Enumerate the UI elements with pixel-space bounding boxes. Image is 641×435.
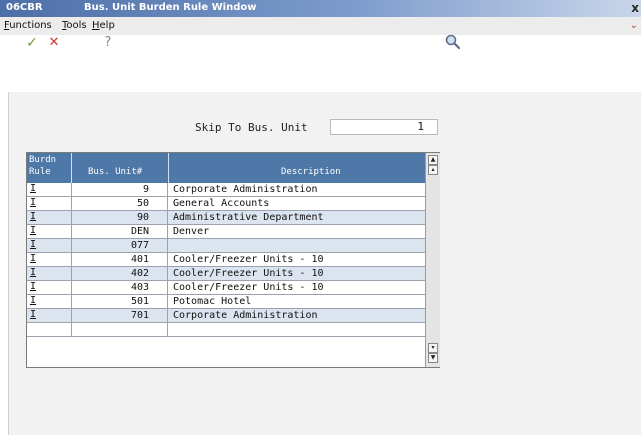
description-cell: General Accounts — [173, 198, 270, 209]
burden-rule-cell[interactable]: I — [27, 253, 72, 266]
menu-help-rest: elp — [99, 20, 115, 31]
burden-rule-value: I — [30, 309, 37, 320]
bus-unit-cell: 402 — [72, 267, 168, 280]
burden-rule-cell[interactable]: I — [27, 183, 72, 196]
table-row[interactable]: I 90 Administrative Department — [27, 211, 425, 225]
table-row[interactable]: I DEN Denver — [27, 225, 425, 239]
description-cell: Cooler/Freezer Units - 10 — [173, 254, 324, 265]
bus-unit-cell: DEN — [72, 225, 168, 238]
table-row-empty[interactable] — [27, 323, 425, 337]
header-burden-rule-line1: Burdn — [29, 155, 57, 165]
table-row[interactable]: I 401 Cooler/Freezer Units - 10 — [27, 253, 425, 267]
table-row[interactable]: I 501 Potomac Hotel — [27, 295, 425, 309]
burden-rule-value: I — [30, 295, 37, 306]
burden-rule-cell[interactable]: I — [27, 295, 72, 308]
scroll-up-icon[interactable]: ▴ — [428, 165, 438, 175]
bus-unit-cell: 90 — [72, 211, 168, 224]
header-bus-unit-label: Bus. Unit# — [88, 167, 143, 177]
menu-tools[interactable]: Tools — [62, 20, 87, 31]
burden-rule-value: I — [30, 253, 37, 264]
scroll-bottom-icon[interactable]: ▼ — [428, 353, 438, 363]
table-row[interactable]: I 9 Corporate Administration — [27, 183, 425, 197]
close-icon[interactable]: x — [631, 1, 639, 15]
checkmark-icon[interactable]: ✓ — [24, 35, 40, 51]
menu-help[interactable]: Help — [92, 20, 115, 31]
menu-functions[interactable]: Functions — [4, 20, 52, 31]
description-cell: Potomac Hotel — [173, 296, 252, 307]
burden-rule-value: I — [30, 211, 37, 222]
burden-rule-cell[interactable] — [27, 323, 72, 336]
table-row[interactable]: I 402 Cooler/Freezer Units - 10 — [27, 267, 425, 281]
description-cell: Cooler/Freezer Units - 10 — [173, 268, 324, 279]
description-cell: Cooler/Freezer Units - 10 — [173, 282, 324, 293]
header-burden-rule[interactable]: Burdn Rule — [27, 153, 72, 183]
burden-rule-value: I — [30, 281, 37, 292]
minimize-icon[interactable]: ⌄ — [630, 20, 638, 31]
app-id: 06CBR — [6, 2, 43, 13]
burden-rule-value: I — [30, 239, 37, 250]
burden-rule-cell[interactable]: I — [27, 211, 72, 224]
description-cell — [173, 323, 423, 336]
scroll-top-icon[interactable]: ▲ — [428, 155, 438, 165]
burden-rule-cell[interactable]: I — [27, 281, 72, 294]
description-cell: Denver — [173, 226, 210, 237]
help-icon[interactable]: ? — [100, 35, 116, 51]
skip-to-bu-input[interactable]: 1 — [330, 119, 438, 135]
burden-rule-grid: Burdn Rule Bus. Unit# Description I 9 Co… — [26, 152, 440, 368]
menu-tools-rest: ools — [66, 20, 87, 31]
menu-bar: Functions Tools Help ⌄ — [0, 17, 641, 36]
cancel-x-icon[interactable]: ✕ — [46, 35, 62, 51]
bus-unit-cell: 9 — [72, 183, 168, 196]
menu-help-mnemonic: H — [92, 20, 100, 31]
header-description[interactable]: Description — [169, 153, 425, 183]
bus-unit-cell: 701 — [72, 309, 168, 322]
bus-unit-cell: 401 — [72, 253, 168, 266]
burden-rule-cell[interactable]: I — [27, 225, 72, 238]
grid-rows: I 9 Corporate Administration I 50 Genera… — [27, 183, 425, 337]
burden-rule-cell[interactable]: I — [27, 197, 72, 210]
bus-unit-cell: 501 — [72, 295, 168, 308]
scroll-down-icon[interactable]: ▾ — [428, 343, 438, 353]
menu-functions-rest: unctions — [9, 20, 52, 31]
grid-vertical-scrollbar[interactable]: ▲ ▴ ▾ ▼ — [425, 153, 440, 367]
burden-rule-value: I — [30, 183, 37, 194]
burden-rule-value: I — [30, 225, 37, 236]
bus-unit-cell: 077 — [72, 239, 168, 252]
burden-rule-cell[interactable]: I — [27, 239, 72, 252]
burden-rule-value: I — [30, 267, 37, 278]
description-cell: Corporate Administration — [173, 184, 318, 195]
bus-unit-cell: 50 — [72, 197, 168, 210]
header-bus-unit[interactable]: Bus. Unit# — [72, 153, 169, 183]
skip-to-bu-label: Skip To Bus. Unit — [195, 121, 308, 134]
burden-rule-cell[interactable]: I — [27, 267, 72, 280]
burden-rule-cell[interactable]: I — [27, 309, 72, 322]
burden-rule-value: I — [30, 197, 37, 208]
table-row[interactable]: I 077 — [27, 239, 425, 253]
title-bar: 06CBR Bus. Unit Burden Rule Window x — [0, 0, 641, 17]
table-row[interactable]: I 403 Cooler/Freezer Units - 10 — [27, 281, 425, 295]
table-row[interactable]: I 701 Corporate Administration — [27, 309, 425, 323]
table-row[interactable]: I 50 General Accounts — [27, 197, 425, 211]
header-burden-rule-line2: Rule — [29, 167, 51, 177]
description-cell: Administrative Department — [173, 212, 324, 223]
header-description-label: Description — [281, 167, 341, 177]
magnifier-icon[interactable] — [444, 33, 462, 51]
bus-unit-cell: 403 — [72, 281, 168, 294]
toolbar — [0, 35, 641, 90]
bus-unit-cell — [72, 323, 168, 336]
description-cell: Corporate Administration — [173, 310, 318, 321]
grid-header: Burdn Rule Bus. Unit# Description — [27, 153, 425, 183]
window-title: Bus. Unit Burden Rule Window — [84, 2, 257, 13]
description-cell — [173, 239, 423, 252]
